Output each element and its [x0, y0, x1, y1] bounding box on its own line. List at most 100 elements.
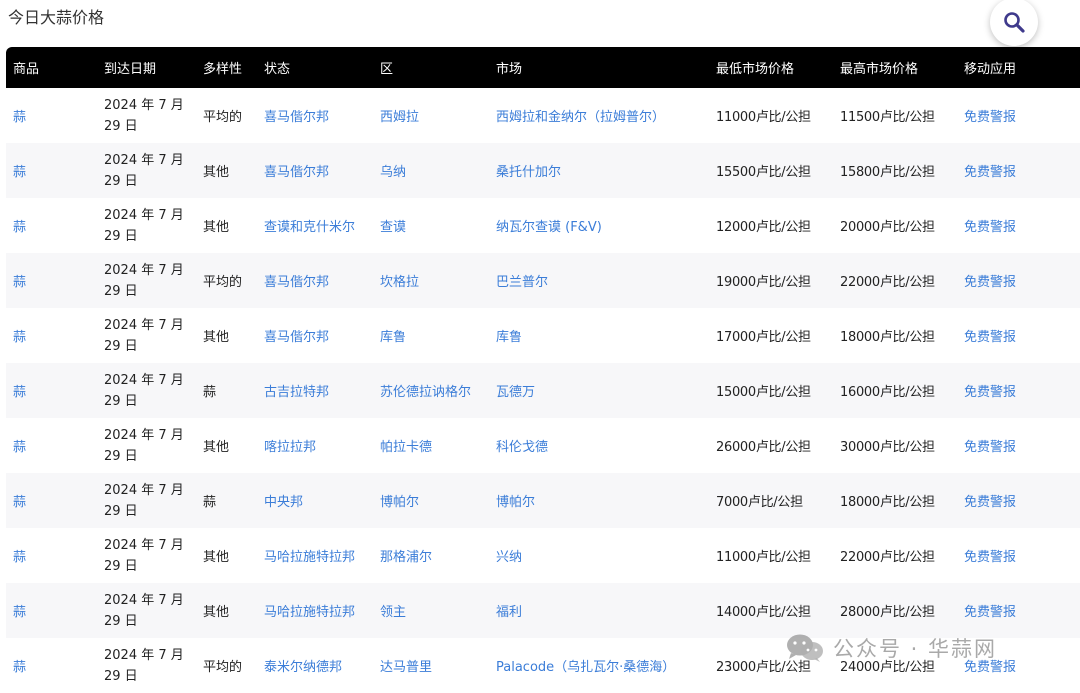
state-link[interactable]: 马哈拉施特拉邦: [264, 605, 355, 620]
state-link[interactable]: 古吉拉特邦: [264, 385, 329, 400]
district-cell: 库鲁: [373, 308, 489, 363]
district-link[interactable]: 苏伦德拉讷格尔: [380, 385, 471, 400]
state-link[interactable]: 喜马偕尔邦: [264, 110, 329, 125]
state-link[interactable]: 泰米尔纳德邦: [264, 660, 342, 675]
arrival-date: 2024 年 7 月 29 日: [104, 205, 196, 247]
free-alert-link[interactable]: 免费警报: [964, 165, 1016, 180]
market-link[interactable]: 桑托什加尔: [496, 165, 561, 180]
market-cell: 巴兰普尔: [489, 253, 709, 308]
mobile-app-cell: 免费警报: [957, 528, 1080, 583]
market-link[interactable]: 库鲁: [496, 330, 522, 345]
market-link[interactable]: Palacode（乌扎瓦尔·桑德海）: [496, 660, 675, 675]
commodity-link[interactable]: 蒜: [13, 110, 26, 125]
state-link[interactable]: 喀拉拉邦: [264, 440, 316, 455]
state-cell: 泰米尔纳德邦: [257, 638, 373, 693]
commodity-link[interactable]: 蒜: [13, 275, 26, 290]
state-link[interactable]: 查谟和克什米尔: [264, 220, 355, 235]
variety-cell: 平均的: [196, 253, 257, 308]
table-row: 蒜 2024 年 7 月 29 日 其他 喜马偕尔邦 库鲁 库鲁 17000卢比/公担 1800…: [6, 308, 1080, 363]
arrival-date-cell: 2024 年 7 月 29 日: [97, 528, 196, 583]
district-link[interactable]: 库鲁: [380, 330, 406, 345]
commodity-link[interactable]: 蒜: [13, 440, 26, 455]
district-link[interactable]: 领主: [380, 605, 406, 620]
free-alert-link[interactable]: 免费警报: [964, 220, 1016, 235]
commodity-cell: 蒜: [6, 143, 97, 198]
search-button[interactable]: [990, 0, 1038, 46]
max-price-cell: 18000卢比/公担: [833, 308, 957, 363]
market-link[interactable]: 巴兰普尔: [496, 275, 548, 290]
arrival-date-cell: 2024 年 7 月 29 日: [97, 418, 196, 473]
market-link[interactable]: 福利: [496, 605, 522, 620]
watermark: 公众号 · 华蒜网: [785, 633, 997, 663]
arrival-date-line1: 2024 年 7 月: [104, 152, 184, 168]
market-link[interactable]: 兴纳: [496, 550, 522, 565]
arrival-date-line1: 2024 年 7 月: [104, 592, 184, 608]
free-alert-link[interactable]: 免费警报: [964, 110, 1016, 125]
free-alert-link[interactable]: 免费警报: [964, 495, 1016, 510]
state-link[interactable]: 喜马偕尔邦: [264, 165, 329, 180]
state-cell: 古吉拉特邦: [257, 363, 373, 418]
state-cell: 马哈拉施特拉邦: [257, 528, 373, 583]
commodity-link[interactable]: 蒜: [13, 550, 26, 565]
district-link[interactable]: 帕拉卡德: [380, 440, 432, 455]
district-link[interactable]: 坎格拉: [380, 275, 419, 290]
min-price-text: 15000卢比/公担: [716, 385, 811, 400]
market-link[interactable]: 瓦德万: [496, 385, 535, 400]
market-link[interactable]: 科伦戈德: [496, 440, 548, 455]
free-alert-link[interactable]: 免费警报: [964, 605, 1016, 620]
mobile-app-cell: 免费警报: [957, 583, 1080, 638]
variety-cell: 蒜: [196, 473, 257, 528]
state-link[interactable]: 喜马偕尔邦: [264, 330, 329, 345]
district-cell: 坎格拉: [373, 253, 489, 308]
min-price-cell: 19000卢比/公担: [709, 253, 833, 308]
table-row: 蒜 2024 年 7 月 29 日 蒜 中央邦 博帕尔 博帕尔 7000卢比/公担 18000卢…: [6, 473, 1080, 528]
district-link[interactable]: 那格浦尔: [380, 550, 432, 565]
free-alert-link[interactable]: 免费警报: [964, 385, 1016, 400]
state-link[interactable]: 中央邦: [264, 495, 303, 510]
column-header-state: 状态: [264, 62, 291, 77]
mobile-app-cell: 免费警报: [957, 88, 1080, 143]
market-link[interactable]: 博帕尔: [496, 495, 535, 510]
arrival-date: 2024 年 7 月 29 日: [104, 370, 196, 412]
free-alert-link[interactable]: 免费警报: [964, 330, 1016, 345]
max-price-text: 11500卢比/公担: [840, 110, 935, 125]
commodity-link[interactable]: 蒜: [13, 385, 26, 400]
free-alert-link[interactable]: 免费警报: [964, 275, 1016, 290]
max-price-text: 18000卢比/公担: [840, 330, 935, 345]
market-link[interactable]: 西姆拉和金纳尔（拉姆普尔）: [496, 110, 665, 125]
district-link[interactable]: 博帕尔: [380, 495, 419, 510]
free-alert-link[interactable]: 免费警报: [964, 440, 1016, 455]
district-link[interactable]: 西姆拉: [380, 110, 419, 125]
market-link[interactable]: 纳瓦尔查谟 (F&V): [496, 220, 602, 235]
state-cell: 喀拉拉邦: [257, 418, 373, 473]
commodity-link[interactable]: 蒜: [13, 330, 26, 345]
arrival-date-line2: 29 日: [104, 173, 138, 189]
state-cell: 喜马偕尔邦: [257, 253, 373, 308]
commodity-link[interactable]: 蒜: [13, 495, 26, 510]
market-cell: 福利: [489, 583, 709, 638]
table-row: 蒜 2024 年 7 月 29 日 其他 喀拉拉邦 帕拉卡德 科伦戈德 26000卢比/公担 3…: [6, 418, 1080, 473]
commodity-link[interactable]: 蒜: [13, 165, 26, 180]
arrival-date-line1: 2024 年 7 月: [104, 207, 184, 223]
variety-text: 其他: [203, 330, 230, 345]
district-link[interactable]: 乌纳: [380, 165, 406, 180]
commodity-link[interactable]: 蒜: [13, 660, 26, 675]
district-link[interactable]: 达马普里: [380, 660, 432, 675]
max-price-text: 18000卢比/公担: [840, 495, 935, 510]
commodity-link[interactable]: 蒜: [13, 220, 26, 235]
mobile-app-cell: 免费警报: [957, 308, 1080, 363]
state-link[interactable]: 马哈拉施特拉邦: [264, 550, 355, 565]
arrival-date-line1: 2024 年 7 月: [104, 427, 184, 443]
min-price-cell: 26000卢比/公担: [709, 418, 833, 473]
free-alert-link[interactable]: 免费警报: [964, 550, 1016, 565]
market-cell: Palacode（乌扎瓦尔·桑德海）: [489, 638, 709, 693]
commodity-link[interactable]: 蒜: [13, 605, 26, 620]
state-link[interactable]: 喜马偕尔邦: [264, 275, 329, 290]
arrival-date: 2024 年 7 月 29 日: [104, 315, 196, 357]
column-header-min-price: 最低市场价格: [716, 62, 795, 77]
search-icon: [1004, 12, 1025, 33]
commodity-cell: 蒜: [6, 528, 97, 583]
commodity-cell: 蒜: [6, 88, 97, 143]
district-link[interactable]: 查谟: [380, 220, 406, 235]
mobile-app-cell: 免费警报: [957, 198, 1080, 253]
